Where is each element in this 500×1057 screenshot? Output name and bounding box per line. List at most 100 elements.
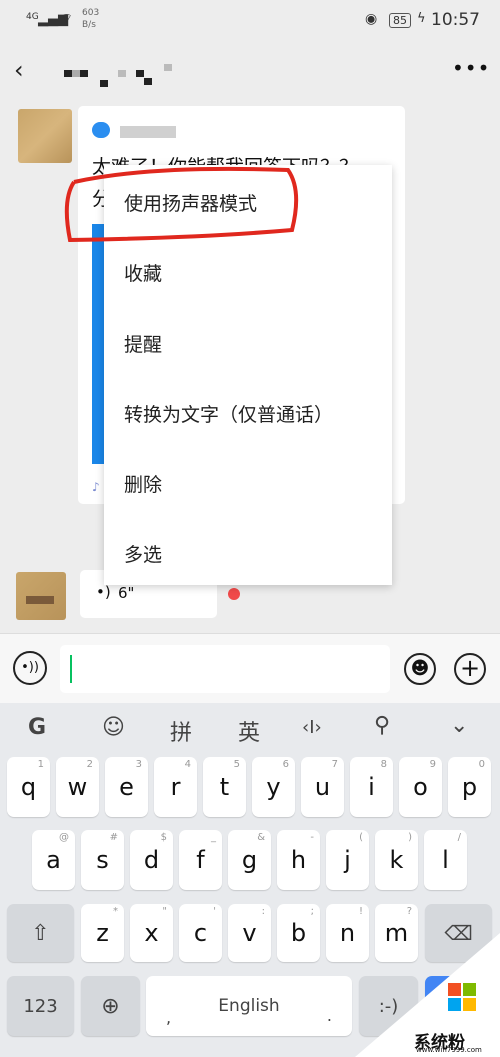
key-hint: 4 xyxy=(184,759,191,770)
menu-item-remind[interactable]: 提醒 xyxy=(124,330,162,357)
key-l[interactable]: / l xyxy=(424,830,467,890)
key-i[interactable]: 8i xyxy=(350,757,393,817)
more-icon[interactable]: ••• xyxy=(452,56,490,80)
chevron-down-icon[interactable]: ⌄ xyxy=(450,713,468,738)
key-hint: ) xyxy=(408,832,412,843)
key-k[interactable]: ) k xyxy=(375,830,418,890)
key-label: o xyxy=(413,773,428,801)
key-hint: 7 xyxy=(331,759,338,770)
watermark-url: www.win7999.com xyxy=(416,1046,482,1054)
menu-item-convert-to-text[interactable]: 转换为文字（仅普通话） xyxy=(124,400,333,427)
key-label: s xyxy=(96,846,109,874)
key-hint: 8 xyxy=(380,759,387,770)
key-f[interactable]: _ f xyxy=(179,830,222,890)
plus-icon[interactable]: + xyxy=(454,653,486,685)
key-label: i xyxy=(368,773,375,801)
key-g[interactable]: & g xyxy=(228,830,271,890)
message-input[interactable] xyxy=(60,645,390,693)
key-w[interactable]: 2w xyxy=(56,757,99,817)
key-c[interactable]: ' c xyxy=(179,904,222,962)
comma-hint: , xyxy=(166,1008,172,1027)
wifi-icon: ⌔ xyxy=(60,11,74,27)
voice-input-icon[interactable]: •)) xyxy=(13,651,47,685)
period-hint: . xyxy=(326,1006,332,1025)
key-hint: ? xyxy=(406,906,412,917)
key-hint: 0 xyxy=(478,759,485,770)
cursor-control-icon[interactable]: ‹I› xyxy=(302,717,322,738)
chat-title-pixelated xyxy=(64,64,174,87)
key-q[interactable]: 1q xyxy=(7,757,50,817)
key-o[interactable]: 9o xyxy=(399,757,442,817)
key-hint: & xyxy=(257,832,265,843)
key-h[interactable]: -h xyxy=(277,830,320,890)
charging-icon: ϟ xyxy=(417,11,426,26)
key-b[interactable]: ; b xyxy=(277,904,320,962)
app-logo-icon xyxy=(92,122,110,138)
key-hint: ' xyxy=(213,906,216,917)
key-hint: 3 xyxy=(135,759,142,770)
key-hint: " xyxy=(162,906,167,917)
key-hint: ( xyxy=(359,832,363,843)
text-cursor xyxy=(70,655,72,683)
key-hint: * xyxy=(113,906,118,917)
google-icon[interactable]: G xyxy=(28,715,46,740)
pinyin-button[interactable]: 拼 xyxy=(170,715,192,747)
english-button[interactable]: 英 xyxy=(238,715,260,747)
key-s[interactable]: # s xyxy=(81,830,124,890)
key-label: u xyxy=(314,773,331,801)
key-t[interactable]: 5t xyxy=(203,757,246,817)
key-hint: ! xyxy=(358,906,363,917)
space-key[interactable]: English , . xyxy=(146,976,352,1036)
key-hint: : xyxy=(261,906,265,917)
numbers-key[interactable]: 123 xyxy=(7,976,74,1036)
key-label: a xyxy=(46,846,61,874)
key-e[interactable]: 3e xyxy=(105,757,148,817)
status-bar: 4G ▂▄▆ ⌔ 603 B/s ◉ 85 ϟ 10:57 xyxy=(0,0,500,44)
key-label: r xyxy=(170,773,181,801)
key-hint: 9 xyxy=(429,759,436,770)
unread-dot xyxy=(228,588,240,600)
key-r[interactable]: 4r xyxy=(154,757,197,817)
key-label: z xyxy=(96,919,109,947)
key-y[interactable]: 6y xyxy=(252,757,295,817)
avatar[interactable] xyxy=(16,572,66,620)
globe-icon[interactable]: ⊕ xyxy=(81,976,140,1036)
eye-icon: ◉ xyxy=(365,11,378,27)
key-d[interactable]: $ d xyxy=(130,830,173,890)
key-u[interactable]: 7u xyxy=(301,757,344,817)
space-label: English xyxy=(218,996,280,1016)
key-z[interactable]: * z xyxy=(81,904,124,962)
key-j[interactable]: (j xyxy=(326,830,369,890)
key-hint: $ xyxy=(160,832,167,843)
key-p[interactable]: 0p xyxy=(448,757,491,817)
battery-indicator: 85 xyxy=(389,13,411,28)
key-hint: / xyxy=(457,832,461,843)
clock: 10:57 xyxy=(431,10,480,30)
menu-item-favorite[interactable]: 收藏 xyxy=(124,259,162,286)
shift-key[interactable]: ⇧ xyxy=(7,904,74,962)
key-v[interactable]: :v xyxy=(228,904,271,962)
key-label: f xyxy=(196,846,205,874)
key-a[interactable]: @ a xyxy=(32,830,75,890)
highlight-annotation xyxy=(64,166,299,243)
back-icon[interactable]: ‹ xyxy=(14,56,24,84)
key-hint: - xyxy=(310,832,314,843)
key-label: c xyxy=(193,919,208,947)
menu-item-delete[interactable]: 删除 xyxy=(124,470,162,497)
search-icon[interactable]: ⚲ xyxy=(374,713,390,738)
avatar[interactable] xyxy=(18,109,72,163)
emoji-icon[interactable]: ☻ xyxy=(404,653,436,685)
emoji-icon[interactable]: ☺ xyxy=(102,715,125,740)
music-icon: ♪ xyxy=(92,480,100,494)
key-hint: @ xyxy=(59,832,69,843)
menu-item-multiselect[interactable]: 多选 xyxy=(124,540,162,567)
key-label: q xyxy=(20,773,37,801)
network-indicator: 4G xyxy=(26,12,39,22)
key-label: w xyxy=(67,773,88,801)
key-label: j xyxy=(344,846,351,874)
key-x[interactable]: " x xyxy=(130,904,173,962)
key-hint: 5 xyxy=(233,759,240,770)
key-hint: # xyxy=(109,832,118,843)
chat-header: ‹ ••• xyxy=(0,44,500,100)
key-hint: ; xyxy=(310,906,314,917)
